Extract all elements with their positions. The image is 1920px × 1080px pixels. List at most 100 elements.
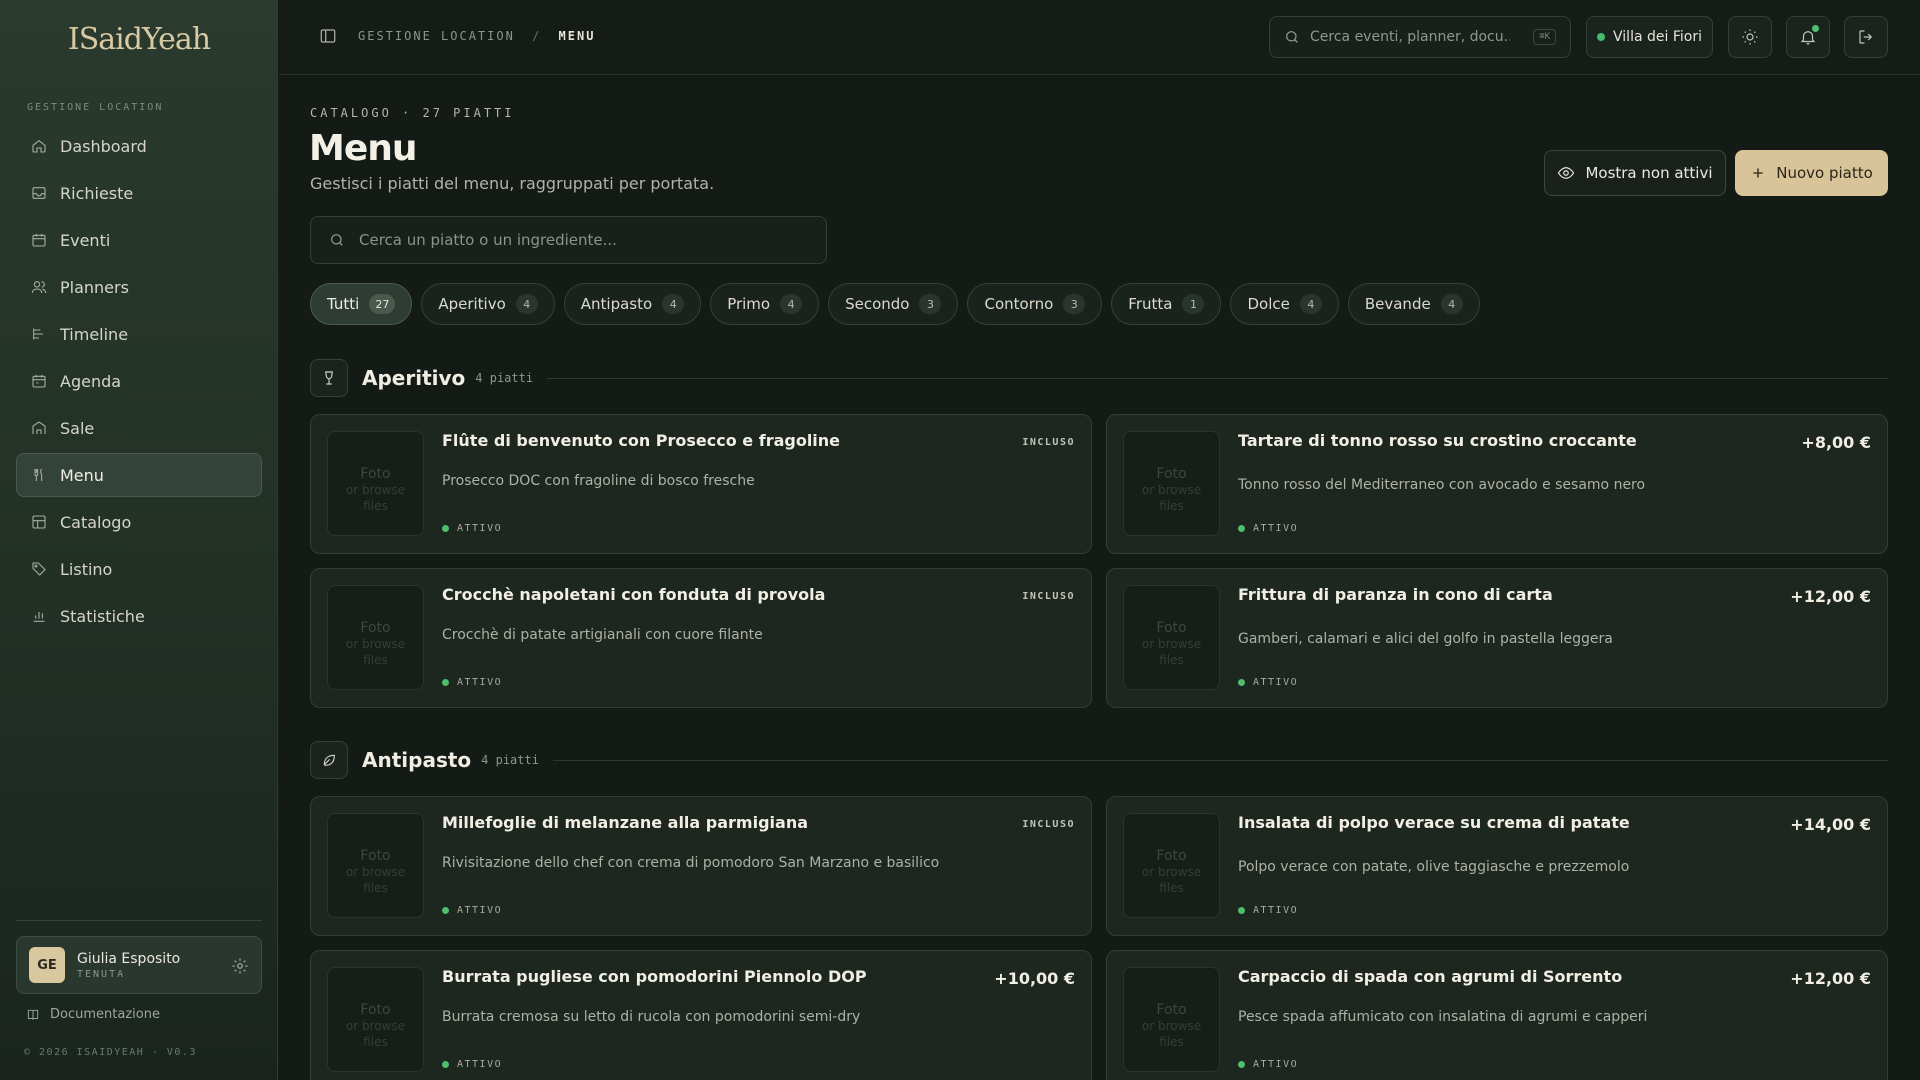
status-dot [1238,907,1245,914]
photo-browse-line1: or browse [1141,483,1202,497]
filter-chip-bevande[interactable]: Bevande 4 [1347,283,1480,325]
photo-dropzone[interactable]: Foto or browse files [1123,967,1220,1072]
dish-price: +10,00 € [994,969,1075,988]
dish-card[interactable]: Foto or browse files Tartare di tonno ross… [1106,414,1888,554]
dish-price: +12,00 € [1790,969,1871,988]
photo-dropzone[interactable]: Foto or browse files [1123,585,1220,690]
dish-description: Tonno rosso del Mediterraneo con avocado… [1238,477,1646,493]
photo-label: Foto [360,620,391,636]
dish-card[interactable]: Foto or browse files Burrata pugliese con … [310,950,1092,1080]
sidebar-item-agenda[interactable]: Agenda [16,359,262,403]
dish-description: Gamberi, calamari e alici del golfo in p… [1238,631,1613,647]
page-title: Menu [309,128,417,169]
sidebar-item-eventi[interactable]: Eventi [16,218,262,262]
status-dot [1238,1061,1245,1068]
sun-icon [1742,29,1758,45]
documentation-label: Documentazione [50,1007,160,1022]
dish-card[interactable]: Foto or browse files Millefoglie di melanz… [310,796,1092,936]
photo-dropzone[interactable]: Foto or browse files [1123,431,1220,536]
dish-search-input[interactable] [359,231,799,249]
chip-label: Bevande [1364,295,1431,313]
gear-icon[interactable] [231,957,249,975]
sidebar-item-sale[interactable]: Sale [16,406,262,450]
breadcrumb-parent[interactable]: GESTIONE LOCATION [358,29,515,43]
dish-name: Burrata pugliese con pomodorini Piennolo… [442,967,867,986]
chip-count: 4 [1299,294,1322,314]
sidebar-item-richieste[interactable]: Richieste [16,171,262,215]
logout-button[interactable] [1844,16,1888,58]
utensils-icon [30,466,48,484]
chip-count: 4 [515,294,538,314]
dish-description: Pesce spada affumicato con insalatina di… [1238,1009,1648,1025]
user-card[interactable]: GE Giulia Esposito TENUTA [16,936,262,994]
show-inactive-button[interactable]: Mostra non attivi [1544,150,1726,196]
photo-browse-line2: files [363,881,388,895]
dish-status: ATTIVO [1238,1059,1298,1070]
section-count: 4 piatti [481,753,539,767]
status-label: ATTIVO [1253,1059,1299,1070]
dish-status: ATTIVO [1238,677,1298,688]
photo-dropzone[interactable]: Foto or browse files [327,431,424,536]
search-shortcut: ⌘K [1533,29,1556,45]
brand-logo[interactable]: ISaidYeah [0,22,278,57]
venue-selector[interactable]: Villa dei Fiori [1586,16,1713,58]
dish-search[interactable] [310,216,827,264]
user-role: TENUTA [77,968,126,980]
dish-name: Crocchè napoletani con fonduta di provol… [442,585,826,604]
photo-dropzone[interactable]: Foto or browse files [1123,813,1220,918]
status-dot [442,1061,449,1068]
chip-label: Secondo [845,295,910,313]
photo-browse-line2: files [1159,881,1184,895]
sidebar-item-timeline[interactable]: Timeline [16,312,262,356]
global-search-input[interactable] [1310,29,1510,45]
chip-label: Primo [727,295,771,313]
search-icon [331,234,343,246]
users-icon [30,278,48,296]
filter-chip-dolce[interactable]: Dolce 4 [1230,283,1339,325]
section-divider [547,377,1888,379]
notifications-button[interactable] [1786,16,1830,58]
photo-dropzone[interactable]: Foto or browse files [327,813,424,918]
dish-status: ATTIVO [442,1059,502,1070]
eye-icon [1558,167,1575,179]
dish-price: INCLUSO [1022,591,1075,602]
status-dot [442,679,449,686]
dish-card[interactable]: Foto or browse files Crocchè napoletani co… [310,568,1092,708]
venue-name: Villa dei Fiori [1613,29,1702,45]
documentation-link[interactable]: Documentazione [26,1007,160,1022]
dish-card[interactable]: Foto or browse files Flûte di benvenuto co… [310,414,1092,554]
filter-chip-primo[interactable]: Primo 4 [710,283,820,325]
venue-status-dot [1597,33,1606,41]
photo-label: Foto [1156,848,1187,864]
filter-chip-antipasto[interactable]: Antipasto 4 [563,283,702,325]
photo-dropzone[interactable]: Foto or browse files [327,585,424,690]
dish-card[interactable]: Foto or browse files Frittura di paranza i… [1106,568,1888,708]
sidebar-item-menu[interactable]: Menu [16,453,262,497]
plus-icon [1753,168,1763,178]
chip-label: Aperitivo [438,295,506,313]
filter-chip-frutta[interactable]: Frutta 1 [1111,283,1222,325]
theme-toggle-button[interactable] [1728,16,1772,58]
status-label: ATTIVO [457,677,503,688]
sidebar-item-label: Listino [60,559,113,579]
dish-card[interactable]: Foto or browse files Insalata di polpo ver… [1106,796,1888,936]
global-search[interactable]: ⌘K [1269,16,1571,58]
filter-chip-tutti[interactable]: Tutti 27 [310,283,413,325]
sidebar-item-dashboard[interactable]: Dashboard [16,124,262,168]
photo-dropzone[interactable]: Foto or browse files [327,967,424,1072]
sidebar-divider [16,920,262,921]
dish-card[interactable]: Foto or browse files Carpaccio di spada co… [1106,950,1888,1080]
chip-label: Dolce [1247,295,1290,313]
dish-price: +14,00 € [1790,815,1871,834]
sidebar-item-planners[interactable]: Planners [16,265,262,309]
chip-count: 4 [662,294,685,314]
new-dish-button[interactable]: Nuovo piatto [1735,150,1888,196]
sidebar-item-statistiche[interactable]: Statistiche [16,594,262,638]
filter-chip-aperitivo[interactable]: Aperitivo 4 [421,283,555,325]
sidebar-item-catalogo[interactable]: Catalogo [16,500,262,544]
sidebar-item-listino[interactable]: Listino [16,547,262,591]
filter-chip-secondo[interactable]: Secondo 3 [828,283,959,325]
filter-chip-contorno[interactable]: Contorno 3 [967,283,1103,325]
sidebar-toggle-icon[interactable] [319,27,339,47]
sidebar-nav: Dashboard Richieste Eventi Planners Time… [16,124,262,641]
